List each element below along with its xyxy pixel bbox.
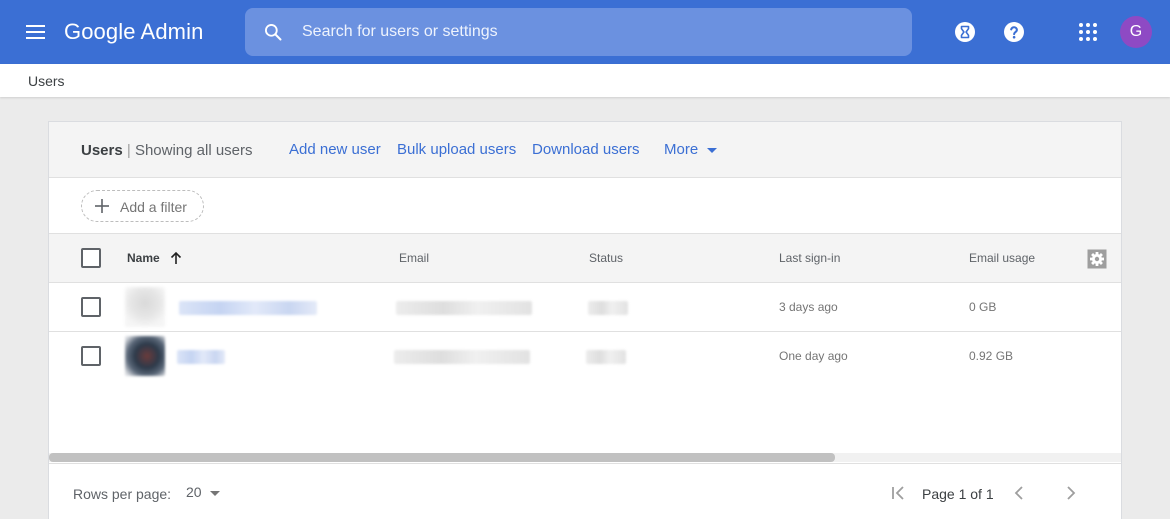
arrow-up-icon[interactable] (169, 250, 183, 266)
column-header-last-signin[interactable]: Last sign-in (779, 251, 840, 265)
download-users-link[interactable]: Download users (532, 141, 640, 158)
last-signin: One day ago (779, 349, 848, 363)
title-subtitle: Showing all users (134, 142, 253, 159)
row-checkbox[interactable] (81, 346, 101, 366)
add-filter-label: Add a filter (120, 199, 187, 215)
table-row[interactable]: 3 days ago 0 GB (49, 283, 1121, 332)
title-separator: | (126, 142, 131, 159)
top-app-bar: Google Admin G (0, 0, 1170, 64)
caret-down-icon (707, 147, 718, 153)
bulk-upload-users-link[interactable]: Bulk upload users (397, 141, 516, 158)
first-page-icon[interactable] (889, 483, 909, 503)
row-checkbox[interactable] (81, 297, 101, 317)
column-header-status[interactable]: Status (589, 251, 623, 265)
email-usage: 0.92 GB (969, 349, 1014, 363)
last-signin: 3 days ago (779, 300, 838, 314)
add-filter-button[interactable]: Add a filter (81, 190, 204, 222)
email-usage: 0 GB (969, 300, 997, 314)
rows-per-page-label: Rows per page: (73, 486, 172, 502)
column-header-email-usage[interactable]: Email usage (969, 251, 1035, 265)
breadcrumb-users[interactable]: Users (28, 73, 65, 89)
account-avatar[interactable]: G (1120, 16, 1152, 48)
hamburger-menu-icon[interactable] (24, 20, 48, 44)
users-card: Users | Showing all users Add new user B… (48, 121, 1122, 519)
user-email (396, 301, 532, 315)
apps-grid-icon[interactable] (1076, 20, 1100, 44)
add-new-user-link[interactable]: Add new user (289, 141, 381, 158)
user-status (588, 301, 628, 315)
card-toolbar: Users | Showing all users Add new user B… (49, 122, 1121, 178)
previous-page-icon[interactable] (1009, 483, 1029, 503)
select-all-checkbox[interactable] (81, 248, 101, 268)
user-avatar (125, 287, 165, 327)
user-avatar (125, 336, 165, 376)
app-logo[interactable]: Google Admin (64, 17, 203, 47)
horizontal-scrollbar-thumb[interactable] (49, 453, 835, 462)
user-name-link[interactable] (179, 301, 317, 315)
table-header: Name Email Status Last sign-in Email usa… (49, 234, 1121, 283)
page-indicator: Page 1 of 1 (922, 486, 994, 502)
title-users: Users (81, 142, 123, 159)
help-icon[interactable] (1002, 20, 1026, 44)
pagination-bar: Rows per page: 20 Page 1 of 1 (49, 463, 1121, 519)
search-input[interactable] (302, 8, 892, 56)
column-header-email[interactable]: Email (399, 251, 429, 265)
plus-icon (95, 199, 109, 213)
gear-icon[interactable] (1087, 249, 1107, 269)
caret-down-icon (209, 490, 220, 496)
table-row[interactable]: One day ago 0.92 GB (49, 332, 1121, 381)
next-page-icon[interactable] (1061, 483, 1081, 503)
search-bar[interactable] (245, 8, 912, 56)
user-status (586, 350, 626, 364)
rows-per-page-value: 20 (186, 484, 202, 500)
more-label: More (664, 141, 699, 158)
user-email (394, 350, 530, 364)
filter-bar: Add a filter (49, 178, 1121, 234)
search-icon[interactable] (263, 22, 283, 42)
column-header-name[interactable]: Name (127, 251, 160, 265)
rows-per-page-select[interactable]: 20 (186, 484, 226, 504)
page-title: Users | Showing all users (81, 142, 253, 159)
user-name-link[interactable] (177, 350, 225, 364)
hourglass-icon[interactable] (953, 20, 977, 44)
breadcrumb: Users (0, 64, 1170, 97)
more-menu-button[interactable]: More (664, 141, 718, 158)
